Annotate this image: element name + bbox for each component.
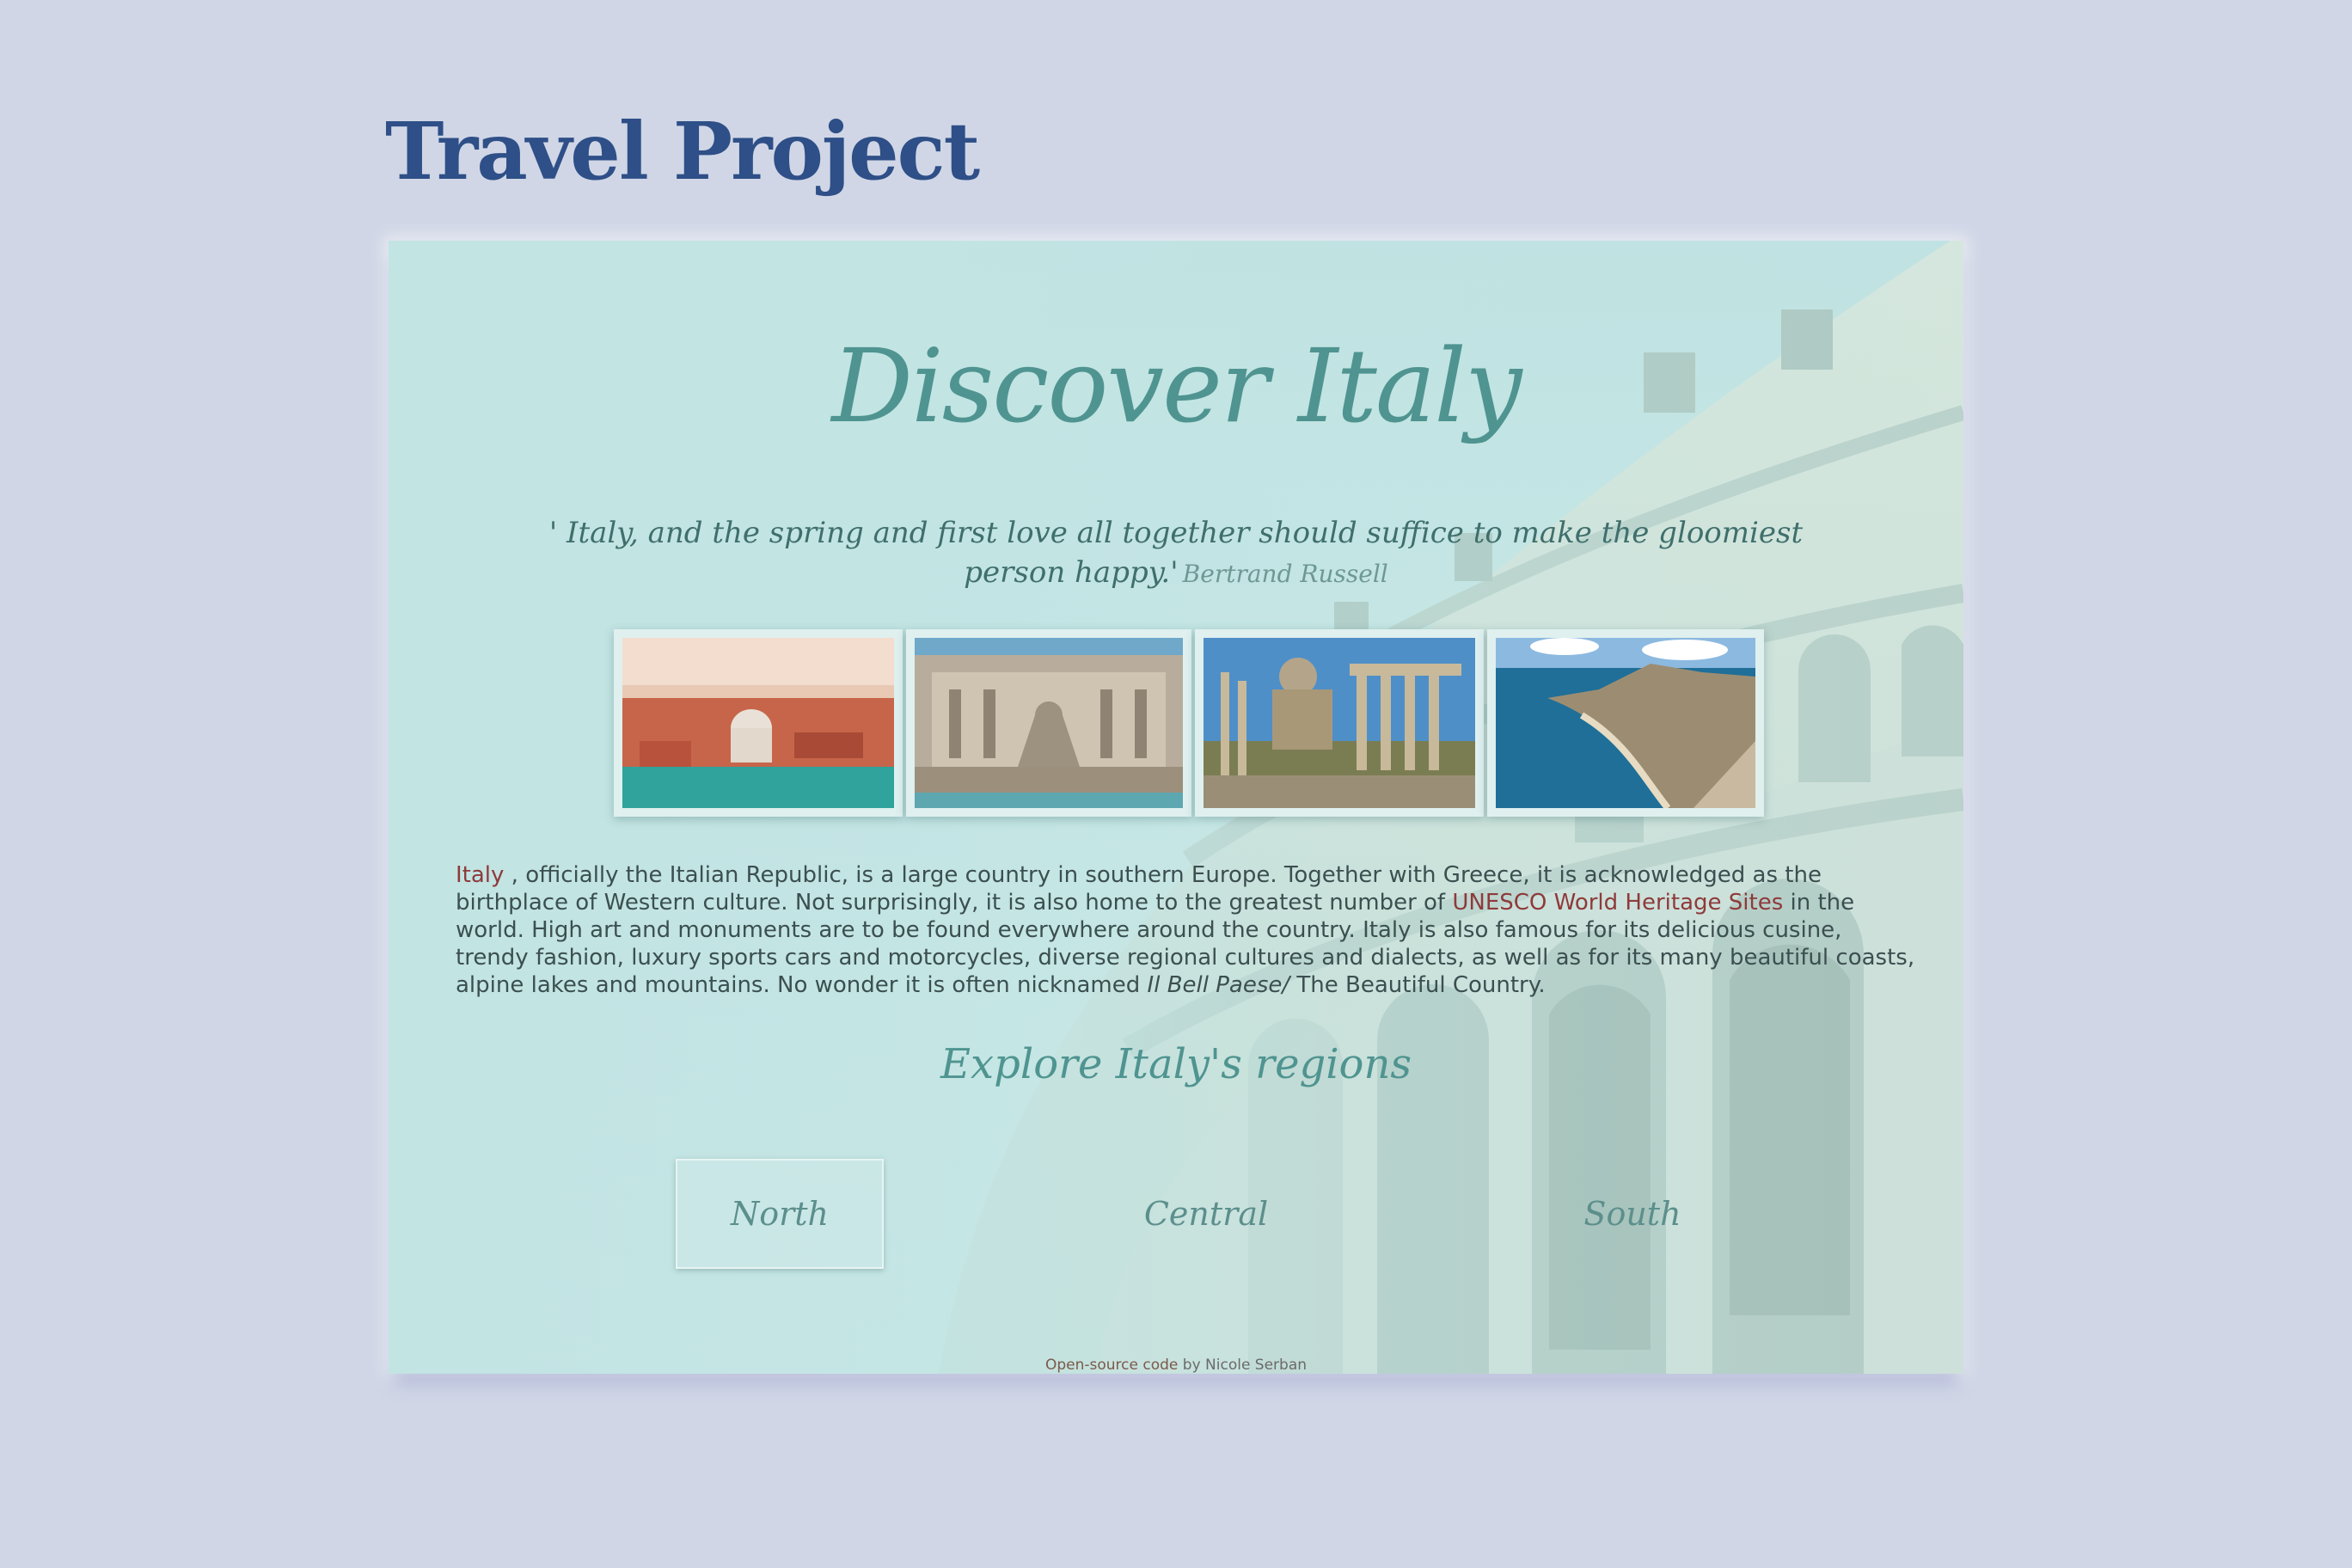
roman-forum-photo	[1195, 629, 1484, 817]
nickname-text: Il Bell Paese/	[1147, 972, 1290, 998]
quote: ' Italy, and the spring and first love a…	[500, 516, 1852, 595]
venice-photo	[614, 629, 903, 817]
open-source-link[interactable]: Open-source code	[1045, 1357, 1178, 1374]
italy-card: Discover Italy ' Italy, and the spring a…	[389, 241, 1963, 1374]
intro-text-3: The Beautiful Country.	[1289, 972, 1546, 998]
region-north-button[interactable]: North	[676, 1159, 884, 1269]
regions-heading: Explore Italy's regions	[940, 1040, 1412, 1088]
quote-author: Bertrand Russell	[1182, 560, 1388, 588]
card-content: Discover Italy ' Italy, and the spring a…	[389, 241, 1963, 1374]
quote-text: ' Italy, and the spring and first love a…	[548, 516, 1804, 590]
footer-credit: Open-source code by Nicole Serban	[389, 1357, 1963, 1374]
region-south-button[interactable]: South	[1528, 1159, 1736, 1269]
italy-link[interactable]: Italy	[456, 862, 504, 888]
intro-paragraph: Italy , officially the Italian Republic,…	[456, 861, 1917, 999]
discover-title: Discover Italy	[831, 327, 1522, 445]
unesco-link[interactable]: UNESCO World Heritage Sites	[1452, 890, 1783, 916]
project-title: Travel Project	[385, 105, 980, 198]
sicily-coast-photo	[1487, 629, 1764, 817]
photo-gallery	[614, 629, 1764, 817]
region-central-button[interactable]: Central	[1102, 1159, 1310, 1269]
author-credit: by Nicole Serban	[1178, 1357, 1308, 1374]
trevi-fountain-photo	[906, 629, 1191, 817]
